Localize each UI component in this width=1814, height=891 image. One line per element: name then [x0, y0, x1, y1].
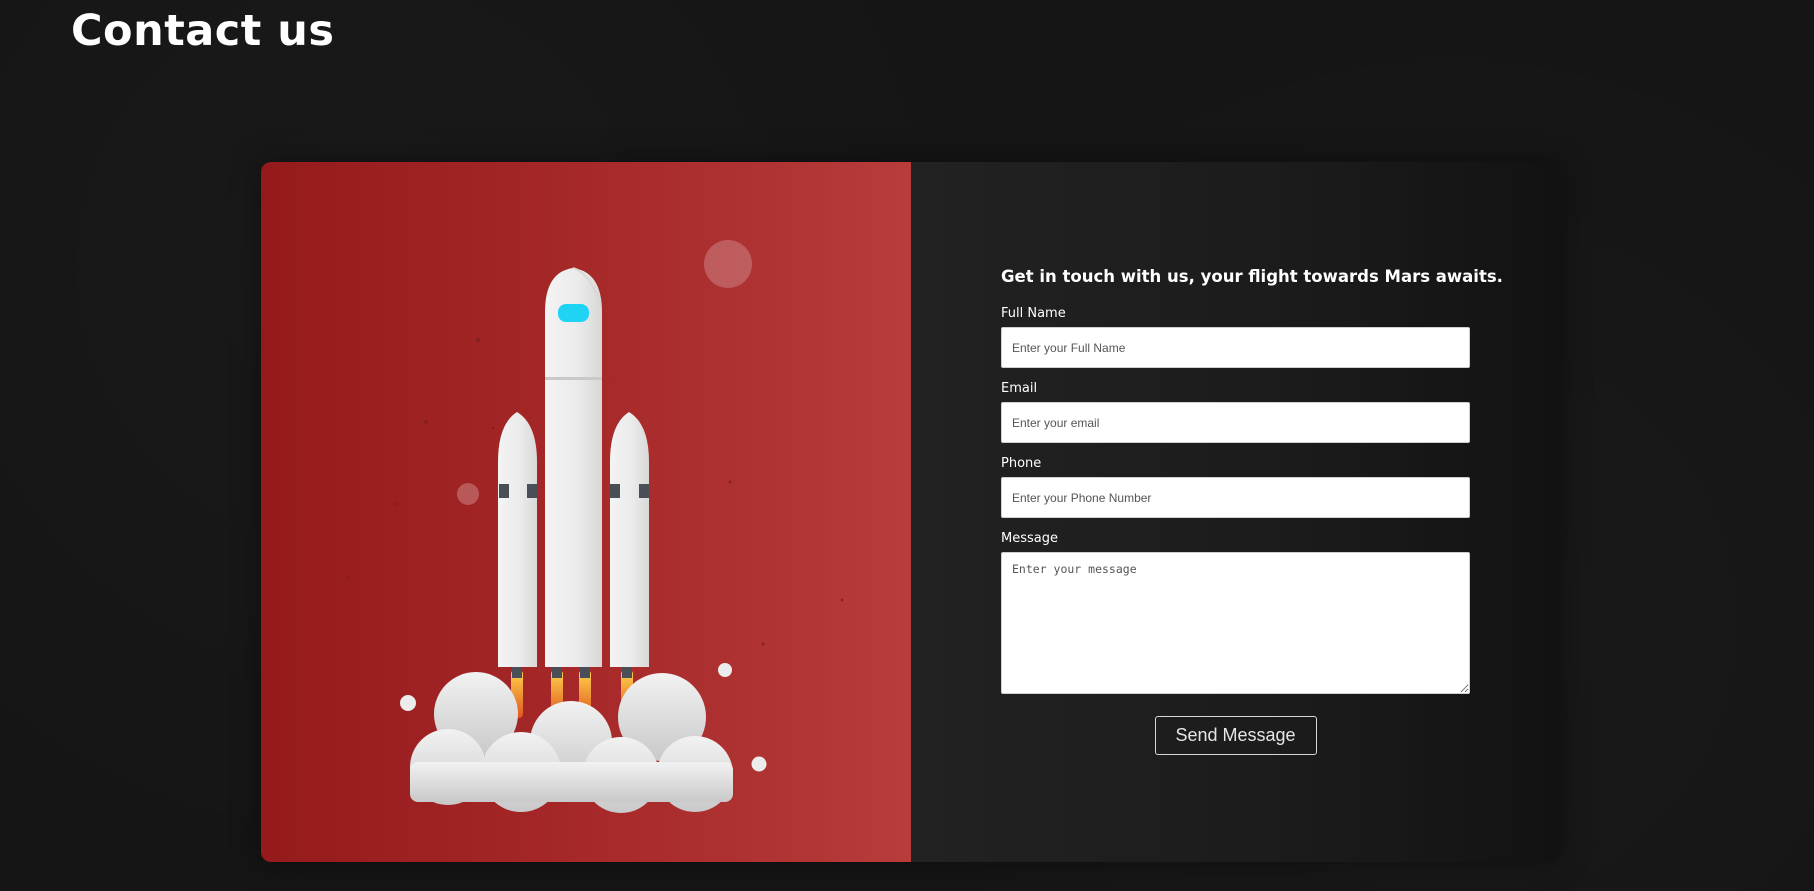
- launch-clouds: [410, 672, 733, 813]
- email-label: Email: [1001, 381, 1038, 396]
- right-booster: [610, 412, 649, 667]
- contact-form-panel: Get in touch with us, your flight toward…: [911, 162, 1561, 862]
- full-name-input[interactable]: [1001, 327, 1470, 368]
- illustration-panel: [261, 162, 911, 862]
- planet-small: [457, 483, 479, 505]
- left-booster: [498, 412, 537, 667]
- phone-input[interactable]: [1001, 477, 1470, 518]
- message-textarea[interactable]: [1001, 552, 1470, 694]
- email-input[interactable]: [1001, 402, 1470, 443]
- rocket-launch-illustration: [347, 240, 844, 813]
- main-rocket: [545, 267, 602, 667]
- rocket-window: [558, 304, 589, 322]
- form-heading: Get in touch with us, your flight toward…: [1001, 267, 1503, 286]
- contact-form: Get in touch with us, your flight toward…: [1001, 265, 1503, 755]
- contact-card: Get in touch with us, your flight toward…: [261, 162, 1561, 862]
- phone-label: Phone: [1001, 456, 1042, 471]
- engine-nozzles: [512, 666, 632, 678]
- page-title: Contact us: [71, 6, 335, 56]
- full-name-label: Full Name: [1001, 306, 1066, 321]
- message-label: Message: [1001, 531, 1058, 546]
- send-message-button[interactable]: Send Message: [1154, 716, 1317, 755]
- planet-large: [704, 240, 752, 288]
